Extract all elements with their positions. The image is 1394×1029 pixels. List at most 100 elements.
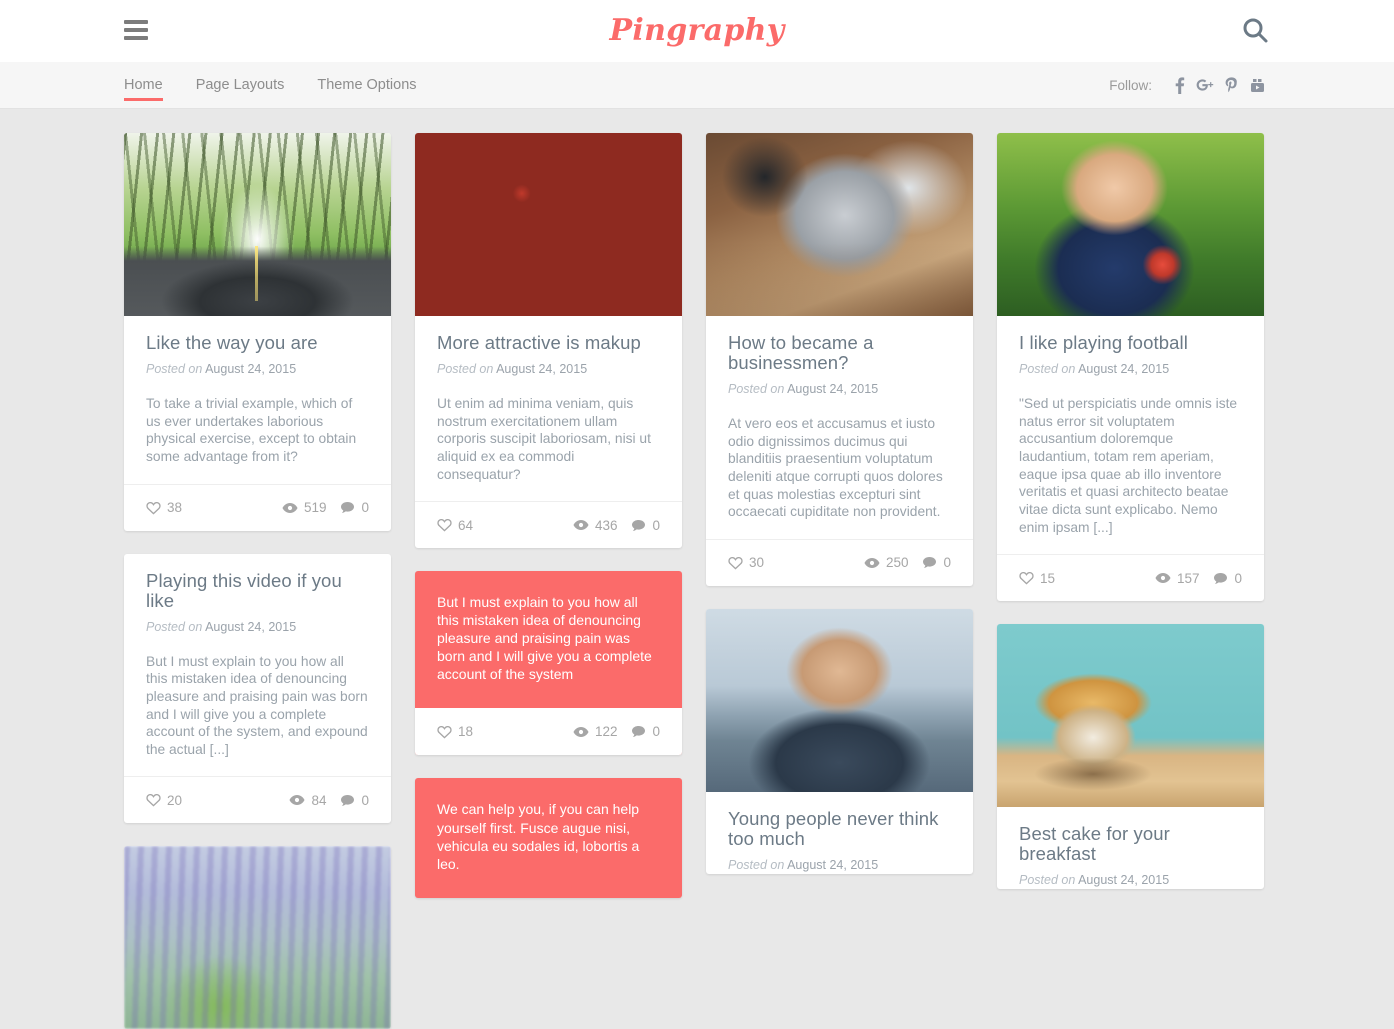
post-title[interactable]: How to became a businessmen? <box>728 333 951 373</box>
date-prefix: Posted on <box>146 619 203 634</box>
heart-icon <box>1019 571 1034 585</box>
muffin-cake-photo <box>997 624 1264 808</box>
post-meta: 64 436 0 <box>415 501 682 548</box>
nav-links: Home Page Layouts Theme Options <box>124 62 450 109</box>
search-icon[interactable] <box>1240 16 1270 46</box>
post-title[interactable]: Like the way you are <box>146 333 369 353</box>
eye-icon <box>289 794 305 806</box>
quote-card[interactable]: But I must explain to you how all this m… <box>415 571 682 756</box>
post-meta: 20 84 0 <box>124 776 391 823</box>
secondary-stats: 84 0 <box>289 793 369 808</box>
heart-icon <box>146 793 161 807</box>
post-grid: Like the way you are Posted on August 24… <box>0 109 1394 1029</box>
comment-stat[interactable]: 0 <box>631 724 660 739</box>
post-card[interactable]: Playing this video if you like Posted on… <box>124 553 391 824</box>
like-stat[interactable]: 18 <box>437 724 473 739</box>
date-value: August 24, 2015 <box>205 361 297 376</box>
eye-icon <box>1155 572 1171 584</box>
pinterest-icon[interactable] <box>1218 75 1244 95</box>
eye-icon <box>864 557 880 569</box>
lipstick-mirror-photo <box>415 133 682 316</box>
secondary-stats: 519 0 <box>282 500 369 515</box>
post-card[interactable]: I like playing football Posted on August… <box>997 133 1264 602</box>
heart-icon <box>728 556 743 570</box>
like-stat[interactable]: 64 <box>437 518 473 533</box>
like-count: 30 <box>749 555 765 571</box>
top-header-bar: Pingraphy <box>0 0 1394 62</box>
post-date: Posted on August 24, 2015 <box>146 362 369 376</box>
post-excerpt: At vero eos et accusamus et iusto odio d… <box>728 415 943 520</box>
like-stat[interactable]: 38 <box>146 500 182 515</box>
comment-icon <box>340 501 355 514</box>
like-count: 38 <box>167 500 183 516</box>
grid-column: More attractive is makup Posted on Augus… <box>415 133 682 898</box>
old-man-bridge-photo <box>706 608 973 792</box>
view-count: 519 <box>303 500 327 516</box>
like-stat[interactable]: 30 <box>728 555 764 570</box>
youtube-icon[interactable] <box>1244 75 1270 95</box>
post-card[interactable]: How to became a businessmen? Posted on A… <box>706 133 973 586</box>
date-value: August 24, 2015 <box>787 857 879 872</box>
eye-icon <box>573 519 589 531</box>
nav-item-home[interactable]: Home <box>124 77 163 109</box>
site-logo[interactable]: Pingraphy <box>0 0 1394 62</box>
post-meta: 18 122 0 <box>415 708 682 756</box>
secondary-stats: 157 0 <box>1155 571 1242 586</box>
eye-icon <box>282 502 298 514</box>
post-card[interactable]: More attractive is makup Posted on Augus… <box>415 133 682 549</box>
comment-icon <box>340 794 355 807</box>
office-laptop-photo <box>706 133 973 316</box>
nav-item-theme-options[interactable]: Theme Options <box>317 77 416 109</box>
comment-stat[interactable]: 0 <box>340 500 369 515</box>
like-count: 20 <box>167 792 183 808</box>
like-count: 15 <box>1040 570 1056 586</box>
google-plus-icon[interactable] <box>1192 75 1218 95</box>
comment-icon <box>1213 572 1228 585</box>
post-title[interactable]: Best cake for your breakfast <box>1019 824 1242 864</box>
date-value: August 24, 2015 <box>1078 361 1170 376</box>
view-stat: 84 <box>289 793 326 808</box>
post-date: Posted on August 24, 2015 <box>1019 873 1242 887</box>
boy-football-photo <box>997 133 1264 316</box>
comment-count: 0 <box>361 792 369 808</box>
secondary-nav-bar: Home Page Layouts Theme Options Follow: <box>0 62 1394 109</box>
view-stat: 157 <box>1155 571 1199 586</box>
post-excerpt: But I must explain to you how all this m… <box>146 653 368 757</box>
post-title[interactable]: More attractive is makup <box>437 333 660 353</box>
like-stat[interactable]: 20 <box>146 793 182 808</box>
forest-road-photo <box>124 133 391 316</box>
comment-stat[interactable]: 0 <box>922 555 951 570</box>
facebook-icon[interactable] <box>1166 75 1192 95</box>
post-date: Posted on August 24, 2015 <box>437 362 660 376</box>
date-prefix: Posted on <box>728 381 785 396</box>
heart-icon <box>437 725 452 739</box>
like-stat[interactable]: 15 <box>1019 571 1055 586</box>
post-title[interactable]: Young people never think too much <box>728 808 951 849</box>
wisteria-blur-photo <box>124 846 391 1029</box>
comment-stat[interactable]: 0 <box>1213 571 1242 586</box>
like-count: 18 <box>458 724 474 740</box>
post-card[interactable] <box>124 846 391 1029</box>
post-card[interactable]: Young people never think too much Posted… <box>706 608 973 874</box>
comment-icon <box>631 519 646 532</box>
comment-stat[interactable]: 0 <box>631 518 660 533</box>
post-title[interactable]: Playing this video if you like <box>146 570 369 611</box>
view-count: 122 <box>594 724 618 740</box>
grid-column: I like playing football Posted on August… <box>997 133 1264 890</box>
comment-icon <box>631 725 646 738</box>
post-title[interactable]: I like playing football <box>1019 333 1242 353</box>
comment-stat[interactable]: 0 <box>340 793 369 808</box>
nav-item-page-layouts[interactable]: Page Layouts <box>196 77 285 109</box>
post-meta: 38 519 0 <box>124 483 391 531</box>
post-card[interactable]: Best cake for your breakfast Posted on A… <box>997 624 1264 890</box>
quote-text: We can help you, if you can help yoursel… <box>437 801 640 872</box>
date-prefix: Posted on <box>728 857 785 872</box>
date-value: August 24, 2015 <box>1078 873 1170 888</box>
post-date: Posted on August 24, 2015 <box>728 382 951 396</box>
secondary-stats: 250 0 <box>864 555 951 570</box>
post-date: Posted on August 24, 2015 <box>728 858 951 872</box>
post-card[interactable]: Like the way you are Posted on August 24… <box>124 133 391 531</box>
view-stat: 250 <box>864 555 908 570</box>
heart-icon <box>146 501 161 515</box>
quote-card[interactable]: We can help you, if you can help yoursel… <box>415 778 682 898</box>
